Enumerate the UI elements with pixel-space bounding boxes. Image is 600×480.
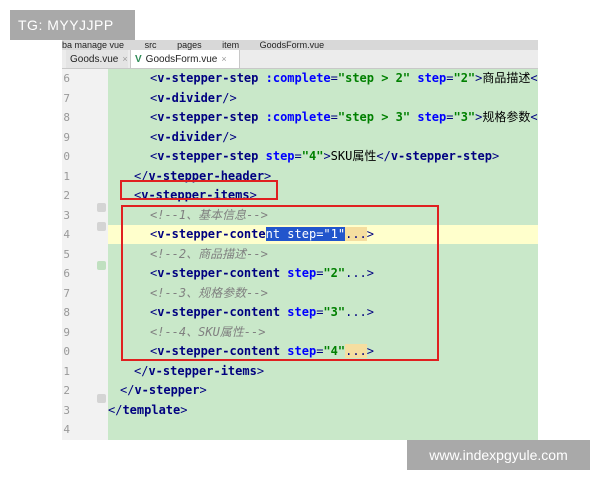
- code-text: </template>: [108, 402, 188, 417]
- vue-file-icon: V: [135, 54, 142, 65]
- tab-goodsform-vue[interactable]: V GoodsForm.vue ×: [130, 50, 240, 68]
- code-line: <v-divider/>: [108, 128, 538, 147]
- breadcrumb-item[interactable]: ba manage vue: [62, 40, 124, 50]
- line-number: 3: [63, 208, 70, 222]
- code-text: <v-divider/>: [150, 129, 237, 144]
- code-line: </template>: [108, 401, 538, 420]
- line-number: 5: [63, 247, 70, 261]
- line-number: 8: [63, 111, 70, 124]
- code-line: <v-divider/>: [108, 89, 538, 108]
- line-number: 2: [63, 384, 70, 397]
- tab-goods-vue[interactable]: Goods.vue ×: [66, 50, 128, 68]
- code-text: </v-stepper>: [120, 383, 207, 397]
- annotation-box-stepper-contents: [121, 205, 439, 361]
- tab-label: Goods.vue: [70, 54, 119, 65]
- code-text: <v-stepper-step step="4">SKU属性</v-steppe…: [150, 149, 500, 163]
- breadcrumb-item[interactable]: item: [222, 40, 239, 50]
- close-icon[interactable]: ×: [221, 54, 226, 64]
- code-line: </v-stepper>: [108, 381, 538, 400]
- line-number: 1: [63, 364, 70, 378]
- code-line: <v-stepper-step step="4">SKU属性</v-steppe…: [108, 147, 538, 166]
- fold-marker-icon[interactable]: [97, 203, 106, 212]
- watermark-top: TG: MYYJJPP: [10, 10, 135, 40]
- code-text: <v-stepper-step :complete="step > 3" ste…: [150, 110, 538, 124]
- editor-tab-bar: Goods.vue × V GoodsForm.vue ×: [62, 50, 538, 69]
- line-number: 1: [63, 169, 70, 183]
- line-number: 0: [63, 345, 70, 358]
- breadcrumb-item[interactable]: src: [145, 40, 157, 50]
- code-line: </v-stepper-items>: [108, 362, 538, 381]
- line-number: 6: [63, 72, 70, 85]
- breadcrumb-item[interactable]: GoodsForm.vue: [260, 40, 325, 50]
- code-area[interactable]: <v-stepper-step :complete="step > 2" ste…: [108, 69, 538, 440]
- code-editor-window: ba manage vue src pages item GoodsForm.v…: [62, 40, 538, 440]
- line-number: 7: [63, 91, 70, 105]
- breadcrumb-item[interactable]: pages: [177, 40, 202, 50]
- line-number: 2: [63, 189, 70, 202]
- line-number: 7: [63, 286, 70, 300]
- fold-marker-icon[interactable]: [97, 261, 106, 270]
- code-text: <v-divider/>: [150, 90, 237, 105]
- tab-label: GoodsForm.vue: [145, 54, 218, 65]
- line-number: 4: [63, 228, 70, 241]
- close-icon[interactable]: ×: [122, 54, 127, 64]
- line-number-gutter: 6 7 8 9 0 1 2 3 4 5 6 7 8 9 0 1 2 3 4: [62, 69, 108, 440]
- watermark-bottom: www.indexpgyule.com: [407, 440, 590, 470]
- fold-marker-icon[interactable]: [97, 222, 106, 231]
- line-number: 4: [63, 423, 70, 436]
- line-number: 8: [63, 306, 70, 319]
- code-line: <v-stepper-step :complete="step > 3" ste…: [108, 108, 538, 127]
- fold-marker-icon[interactable]: [97, 394, 106, 403]
- line-number: 9: [63, 325, 70, 339]
- line-number: 9: [63, 130, 70, 144]
- line-number: 6: [63, 267, 70, 280]
- code-line: <v-stepper-step :complete="step > 2" ste…: [108, 69, 538, 88]
- code-text: </v-stepper-items>: [134, 363, 265, 378]
- code-text: <v-stepper-step :complete="step > 2" ste…: [150, 71, 538, 85]
- annotation-box-stepper-items: [120, 180, 278, 200]
- line-number: 3: [63, 403, 70, 417]
- breadcrumb: ba manage vue src pages item GoodsForm.v…: [62, 40, 538, 50]
- line-number: 0: [63, 150, 70, 163]
